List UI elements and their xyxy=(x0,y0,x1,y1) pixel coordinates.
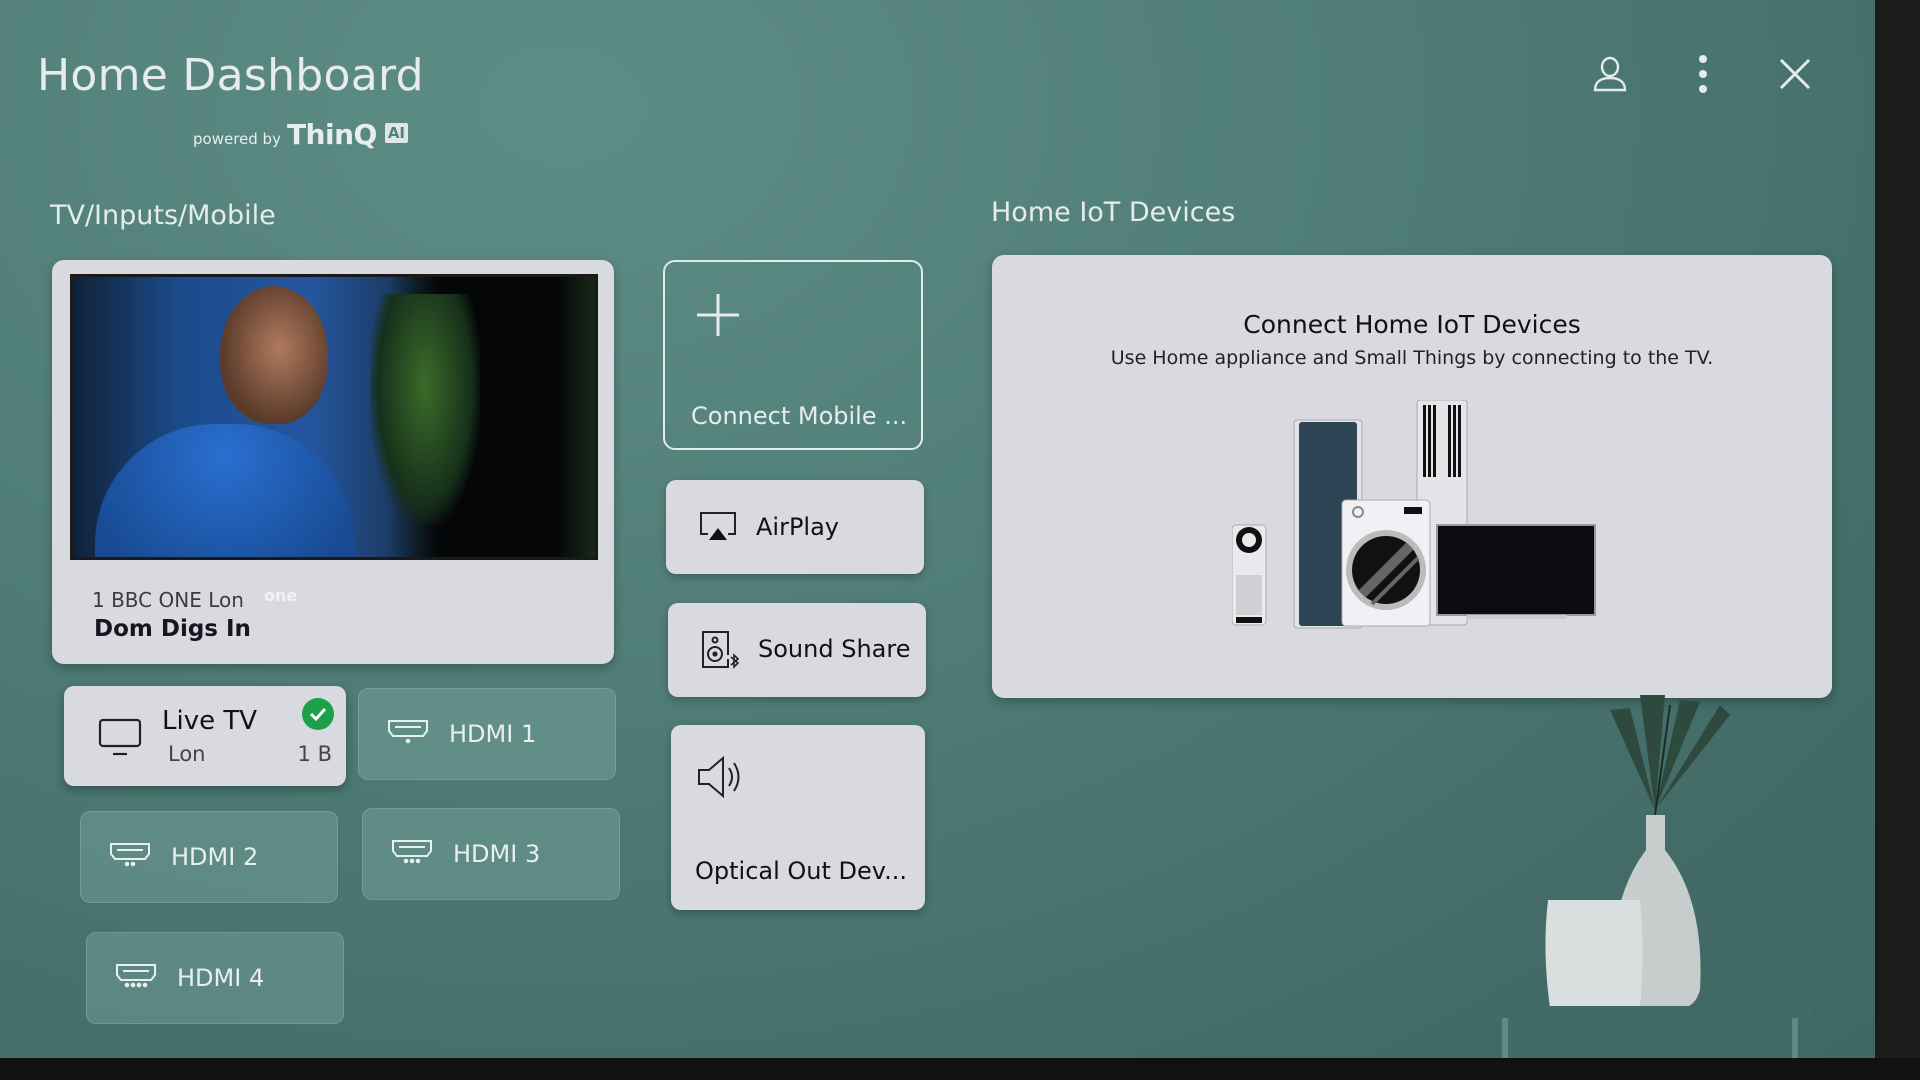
input-live-tv[interactable]: Live TV Lon 1 B xyxy=(64,686,346,786)
live-tv-channel-number: 1 B xyxy=(297,742,332,766)
hdmi-icon xyxy=(115,962,157,994)
live-tv-label: Live TV xyxy=(162,706,258,736)
selected-check-icon xyxy=(302,698,334,730)
airplay-icon xyxy=(698,510,738,548)
channel-logo: one xyxy=(264,586,298,605)
connect-iot-card[interactable]: Connect Home IoT Devices Use Home applia… xyxy=(992,255,1832,698)
close-icon xyxy=(1779,58,1811,90)
profile-icon xyxy=(1593,56,1627,92)
hdmi-2-label: HDMI 2 xyxy=(171,843,259,871)
more-options-icon xyxy=(1699,55,1707,93)
palm-leaves xyxy=(1610,695,1730,816)
hdmi-4-label: HDMI 4 xyxy=(177,964,265,992)
hdmi-icon xyxy=(391,838,433,870)
ai-badge: AI xyxy=(384,123,409,143)
side-table-top xyxy=(1500,1006,1812,1020)
sound-share-button[interactable]: Sound Share xyxy=(668,603,926,697)
geometric-vase-shape xyxy=(1545,900,1643,1008)
background-vase-decoration xyxy=(1500,695,1812,1058)
home-dashboard-screen: Home Dashboard powered by ThinQ AI TV/In… xyxy=(0,0,1875,1058)
page-title: Home Dashboard xyxy=(37,50,424,101)
hdmi-1-label: HDMI 1 xyxy=(449,720,537,748)
now-playing-card[interactable]: 1 BBC ONE Lon one Dom Digs In xyxy=(52,260,614,664)
input-hdmi-4[interactable]: HDMI 4 xyxy=(86,932,344,1024)
powered-by-thinq: powered by ThinQ AI xyxy=(193,118,409,151)
tv-icon xyxy=(98,718,142,762)
live-tv-region: Lon xyxy=(168,742,206,766)
iot-card-title: Connect Home IoT Devices xyxy=(1243,310,1581,339)
program-title: Dom Digs In xyxy=(94,616,251,642)
side-table-leg xyxy=(1792,1018,1798,1058)
side-table-leg xyxy=(1502,1018,1508,1058)
section-label-tv-inputs: TV/Inputs/Mobile xyxy=(50,200,276,231)
section-label-iot: Home IoT Devices xyxy=(991,197,1236,228)
hdmi-3-label: HDMI 3 xyxy=(453,840,541,868)
tv-illustration xyxy=(1436,524,1596,619)
more-options-button[interactable] xyxy=(1673,44,1733,104)
sound-share-label: Sound Share xyxy=(758,635,911,663)
input-hdmi-1[interactable]: HDMI 1 xyxy=(358,688,616,780)
live-preview-thumbnail xyxy=(70,274,598,560)
tv-bezel-right xyxy=(1875,0,1920,1080)
plus-icon xyxy=(695,292,741,342)
connect-mobile-label: Connect Mobile ... xyxy=(691,402,908,430)
connect-mobile-button[interactable]: Connect Mobile ... xyxy=(663,260,923,450)
bluetooth-speaker-icon xyxy=(700,629,742,677)
airplay-button[interactable]: AirPlay xyxy=(666,480,924,574)
input-hdmi-2[interactable]: HDMI 2 xyxy=(80,811,338,903)
profile-button[interactable] xyxy=(1580,44,1640,104)
air-purifier-illustration xyxy=(1232,524,1267,626)
input-hdmi-3[interactable]: HDMI 3 xyxy=(362,808,620,900)
optical-out-label: Optical Out Dev... xyxy=(695,857,908,885)
airplay-label: AirPlay xyxy=(756,513,840,541)
close-button[interactable] xyxy=(1765,44,1825,104)
thinq-brand: ThinQ xyxy=(286,118,377,151)
preview-frame xyxy=(70,274,598,560)
hdmi-icon xyxy=(109,841,151,873)
channel-name: 1 BBC ONE Lon xyxy=(92,588,244,612)
iot-card-description: Use Home appliance and Small Things by c… xyxy=(1110,347,1714,369)
speaker-icon xyxy=(696,755,744,805)
washing-machine-illustration xyxy=(1341,499,1431,627)
hdmi-icon xyxy=(387,718,429,750)
appliances-illustration xyxy=(1232,400,1596,629)
powered-by-text: powered by xyxy=(193,130,281,148)
optical-out-button[interactable]: Optical Out Dev... xyxy=(671,725,925,910)
tv-bezel-bottom xyxy=(0,1058,1920,1080)
